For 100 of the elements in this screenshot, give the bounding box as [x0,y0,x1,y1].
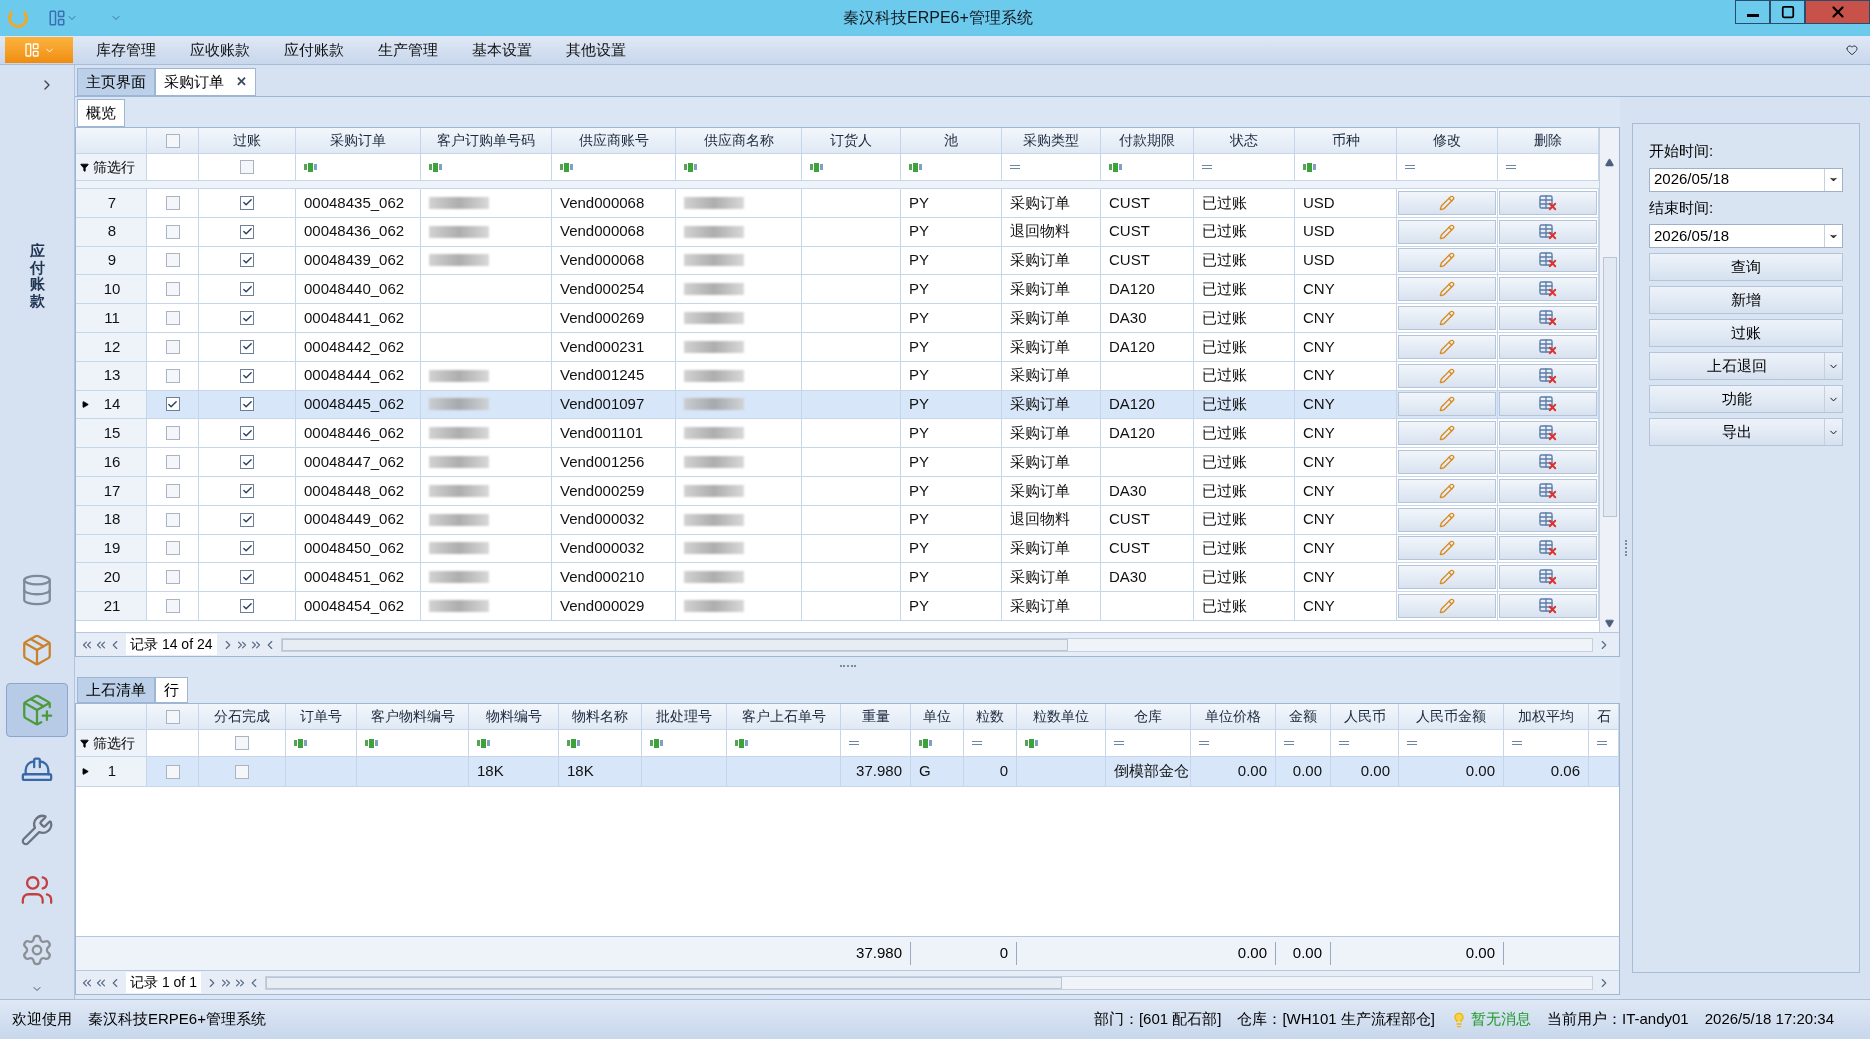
table-row[interactable]: 12 00048442_062 Vend000231 PY 采购订单 DA120 已过账 CNY [76,333,1599,362]
table-row[interactable]: 9 00048439_062 Vend000068 PY 采购订单 CUST 已过账 USD [76,246,1599,276]
dropdown-button[interactable]: 上石退回 [1649,352,1843,380]
delete-button[interactable] [1499,334,1597,359]
table-row[interactable]: 13 00048444_062 Vend001245 PY 采购订单 已过账 CNY [76,361,1599,391]
select-all-checkbox[interactable] [165,709,180,724]
checkbox[interactable] [165,282,180,297]
delete-button[interactable] [1499,190,1597,215]
edit-button[interactable] [1398,450,1496,475]
scroll-down-icon[interactable] [1605,619,1614,628]
table-row[interactable]: 19 00048450_062 Vend000032 PY 采购订单 CUST 已过账 CNY [76,534,1599,564]
checkbox[interactable] [240,541,254,556]
scroll-thumb[interactable] [265,976,1062,989]
close-button[interactable] [1805,0,1870,24]
checkbox[interactable] [240,512,254,527]
menu-item[interactable]: 生产管理 [361,38,455,62]
vertical-scrollbar[interactable] [1599,128,1619,632]
sidebar-item[interactable] [6,683,68,737]
checkbox[interactable] [165,512,180,527]
delete-button[interactable] [1499,248,1597,273]
checkbox[interactable] [165,570,180,585]
delete-button[interactable] [1499,306,1597,331]
edit-button[interactable] [1398,565,1496,590]
date-field[interactable]: 2026/05/18 [1649,167,1843,192]
checkbox[interactable] [240,282,254,297]
checkbox[interactable] [240,195,254,210]
table-row[interactable]: 18 00048449_062 Vend000032 PY 退回物料 CUST 已过账 CNY [76,505,1599,535]
menu-item[interactable]: 库存管理 [79,38,173,62]
edit-button[interactable] [1398,392,1496,417]
checkbox[interactable] [240,368,254,383]
checkbox[interactable] [240,455,254,470]
checkbox[interactable] [240,483,254,498]
delete-button[interactable] [1499,594,1597,619]
checkbox[interactable] [165,426,180,441]
checkbox[interactable] [240,311,254,326]
checkbox[interactable] [165,311,180,326]
checkbox[interactable] [240,426,254,441]
layout-icon[interactable] [48,9,66,27]
select-all-checkbox[interactable] [165,133,180,148]
filter-checkbox[interactable] [235,736,249,750]
table-row[interactable]: 21 00048454_062 Vend000029 PY 采购订单 已过账 CNY [76,592,1599,621]
table-row[interactable]: 10 00048440_062 Vend000254 PY 采购订单 DA120 已过账 CNY [76,275,1599,305]
checkbox[interactable] [165,764,180,779]
edit-button[interactable] [1398,594,1496,619]
checkbox[interactable] [165,195,180,210]
date-field[interactable]: 2026/05/18 [1649,224,1843,248]
table-row[interactable]: 15 00048446_062 Vend001101 PY 采购订单 DA120 已过账 CNY [76,419,1599,449]
edit-button[interactable] [1398,306,1496,331]
scroll-thumb[interactable] [1602,257,1617,517]
dropdown-button[interactable]: 导出 [1649,418,1843,446]
edit-button[interactable] [1398,219,1496,244]
edit-button[interactable] [1398,334,1496,359]
delete-button[interactable] [1499,219,1597,244]
checkbox[interactable] [165,455,180,470]
document-tab[interactable]: 主页界面 [77,68,155,96]
table-row[interactable]: 11 00048441_062 Vend000269 PY 采购订单 DA30 已过账 CNY [76,304,1599,333]
action-button[interactable]: 查询 [1649,253,1843,281]
checkbox[interactable] [235,764,249,779]
scroll-up-icon[interactable] [1605,158,1614,167]
checkbox[interactable] [165,224,180,239]
checkbox[interactable] [165,368,180,383]
minimize-button[interactable] [1735,0,1770,24]
menu-item[interactable]: 应收账款 [173,38,267,62]
menu-item[interactable]: 基本设置 [455,38,549,62]
dropdown-button[interactable]: 功能 [1649,385,1843,413]
checkbox[interactable] [165,541,180,556]
document-tab[interactable]: 采购订单 ✕ [155,68,256,96]
table-row[interactable]: 1 18K 18K 37.980 G 0 倒模部金仓 0.00 0.00 0.00 0.00 0.06 [76,757,1619,787]
action-button[interactable]: 过账 [1649,319,1843,347]
checkbox[interactable] [240,339,254,354]
delete-button[interactable] [1499,363,1597,388]
detail-tab[interactable]: 行 [155,677,188,703]
table-row[interactable]: 7 00048435_062 Vend000068 PY 采购订单 CUST 已过账 USD [76,189,1599,218]
checkbox[interactable] [165,599,180,614]
action-button[interactable]: 新增 [1649,286,1843,314]
table-row[interactable]: 17 00048448_062 Vend000259 PY 采购订单 DA30 已过账 CNY [76,476,1599,506]
delete-button[interactable] [1499,507,1597,532]
checkbox[interactable] [240,224,254,239]
delete-button[interactable] [1499,392,1597,417]
view-tab[interactable]: 概览 [77,99,125,127]
checkbox[interactable] [240,599,254,614]
checkbox[interactable] [165,339,180,354]
checkbox[interactable] [240,397,254,412]
delete-button[interactable] [1499,421,1597,446]
delete-button[interactable] [1499,536,1597,561]
table-row[interactable]: 16 00048447_062 Vend001256 PY 采购订单 已过账 CNY [76,448,1599,477]
edit-button[interactable] [1398,421,1496,446]
checkbox[interactable] [165,397,180,412]
edit-button[interactable] [1398,363,1496,388]
edit-button[interactable] [1398,507,1496,532]
filter-checkbox[interactable] [240,160,254,174]
close-tab-icon[interactable]: ✕ [236,72,247,92]
table-row[interactable]: 14 00048445_062 Vend001097 PY 采购订单 DA120 已过账 CNY [76,390,1599,420]
detail-tab[interactable]: 上石清单 [77,677,155,703]
checkbox[interactable] [240,253,254,268]
edit-button[interactable] [1398,190,1496,215]
menu-item[interactable]: 应付账款 [267,38,361,62]
delete-button[interactable] [1499,277,1597,302]
menu-item[interactable]: 其他设置 [549,38,643,62]
maximize-button[interactable] [1770,0,1805,24]
